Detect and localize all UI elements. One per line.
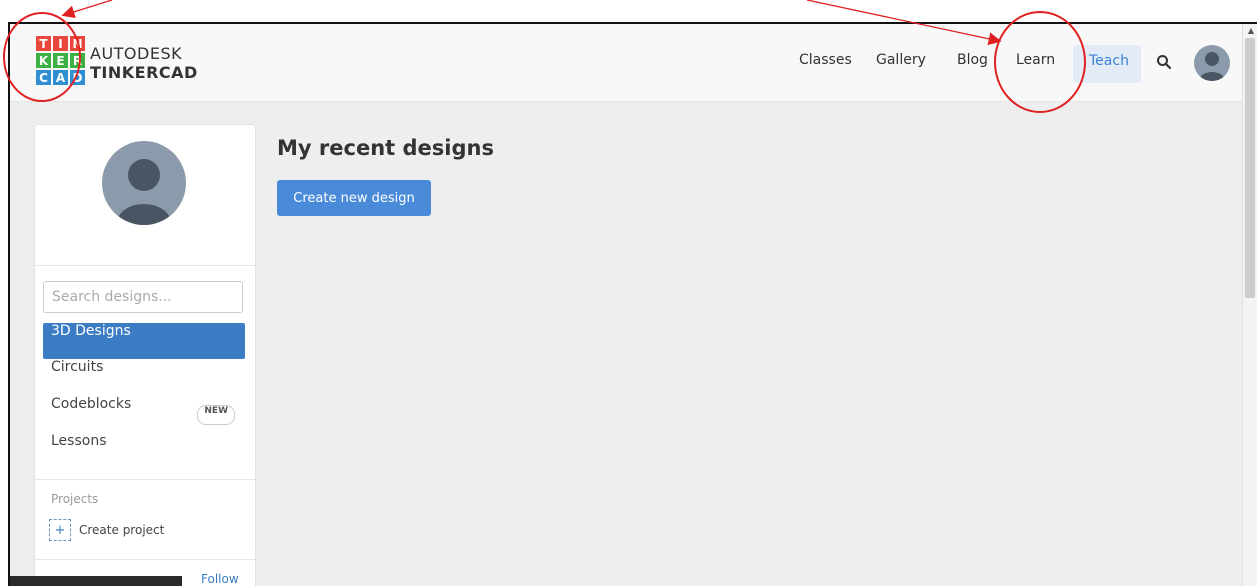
sidebar-item-3d-designs[interactable]: 3D Designs [43,323,245,359]
logo-letter-k: K [36,53,51,68]
nav-classes[interactable]: Classes [799,52,852,68]
status-bar-tooltip [10,576,182,586]
sidebar-item-circuits[interactable]: Circuits [43,359,245,395]
logo-letter-i: I [53,36,68,51]
nav-teach[interactable]: Teach [1073,45,1141,83]
brand-line-1: AUTODESK [90,44,183,63]
sidebar-item-label: Lessons [51,433,107,449]
logo-letter-d: D [70,70,85,85]
tinkercad-logo[interactable]: TIN KER CAD [36,36,85,85]
annotation-arrow-logo [61,0,113,19]
sidebar-divider [35,265,255,266]
create-new-design-button[interactable]: Create new design [277,180,431,216]
sidebar-item-label: Circuits [51,359,104,375]
sidebar-item-label: Codeblocks [51,396,132,412]
projects-heading: Projects [51,492,99,506]
nav-teach-label: Teach [1089,53,1129,69]
logo-letter-c: C [36,70,51,85]
user-avatar-icon[interactable] [1194,45,1230,81]
logo-letter-n: N [70,36,85,51]
logo-letter-t: T [36,36,51,51]
sidebar-item-lessons[interactable]: Lessons [43,433,245,469]
page-scrollbar[interactable]: ▲ [1242,24,1257,586]
page-title: My recent designs [277,136,494,160]
search-designs-input[interactable] [43,281,243,313]
top-header: TIN KER CAD AUTODESK TINKERCAD Classes Gal… [10,24,1257,102]
follow-link[interactable]: Follow [201,572,239,586]
sidebar-divider [35,479,255,480]
brand-line-2: TINKERCAD [90,63,198,82]
brand-wordmark: AUTODESK TINKERCAD [90,44,198,82]
sidebar: 3D Designs Circuits Codeblocks NEW Lesso… [34,124,256,586]
search-icon[interactable] [1156,54,1172,70]
browser-viewport: TIN KER CAD AUTODESK TINKERCAD Classes Gal… [8,22,1257,586]
create-project-label: Create project [79,523,165,537]
nav-learn[interactable]: Learn [1016,52,1055,68]
nav-blog[interactable]: Blog [957,52,988,68]
plus-icon: + [49,519,71,541]
nav-gallery[interactable]: Gallery [876,52,926,68]
logo-letter-e: E [53,53,68,68]
logo-letter-r: R [70,53,85,68]
sidebar-divider [35,559,255,560]
sidebar-item-codeblocks[interactable]: Codeblocks NEW [43,396,245,432]
profile-avatar-icon[interactable] [102,141,186,225]
scroll-up-arrow-icon[interactable]: ▲ [1248,26,1254,35]
scrollbar-thumb[interactable] [1245,38,1255,298]
new-badge: NEW [197,405,235,425]
create-project-button[interactable]: + Create project [49,519,164,541]
sidebar-item-label: 3D Designs [51,323,131,339]
logo-letter-a: A [53,70,68,85]
